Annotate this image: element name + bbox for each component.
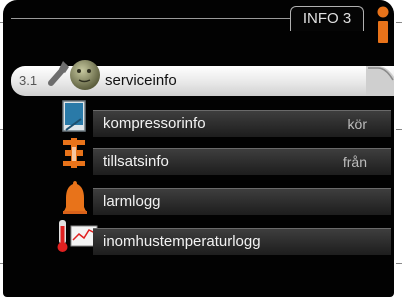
header: INFO 3 <box>3 0 373 31</box>
display-screen: INFO 3 3.1 serviceinfo kompressorinfo kö… <box>3 0 394 297</box>
right-tick-middle <box>396 129 402 130</box>
page-title: INFO 3 <box>290 6 364 31</box>
info-icon <box>377 6 389 43</box>
heater-icon <box>63 138 85 168</box>
menu-item-label: larmlogg <box>103 193 161 210</box>
menu-item-tillsatsinfo[interactable]: tillsatsinfo från <box>93 148 391 175</box>
menu-item-label: serviceinfo <box>105 72 177 89</box>
menu-item-label: inomhustemperaturlogg <box>103 233 261 250</box>
menu-item-inomhustemperaturlogg[interactable]: inomhustemperaturlogg <box>93 228 391 255</box>
alarm-bell-icon <box>63 181 87 214</box>
compressor-icon <box>62 100 86 132</box>
menu-item-value: kör <box>347 116 367 132</box>
selection-corner <box>366 66 394 96</box>
menu-item-value: från <box>342 154 367 170</box>
menu-number: 3.1 <box>19 73 38 88</box>
tools-icon <box>48 60 100 90</box>
header-divider <box>11 18 313 19</box>
menu-item-larmlogg[interactable]: larmlogg <box>93 188 391 215</box>
menu-item-label: tillsatsinfo <box>103 153 169 170</box>
menu-item-kompressorinfo[interactable]: kompressorinfo kör <box>93 110 391 137</box>
right-tick-bottom <box>396 263 402 264</box>
right-tick-top <box>396 22 402 23</box>
menu-item-label: kompressorinfo <box>103 115 206 132</box>
